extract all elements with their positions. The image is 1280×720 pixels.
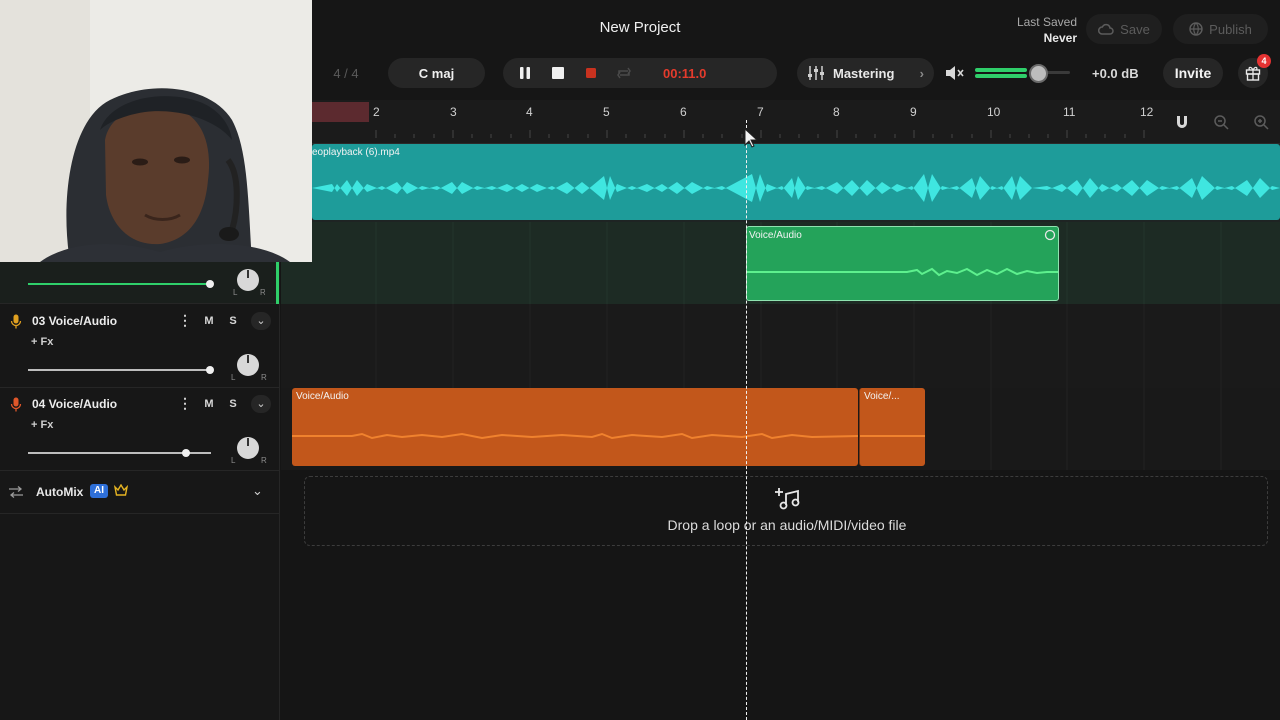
track-more-icon[interactable]: ⋮ xyxy=(178,312,192,330)
transport-controls: 00:11.0 xyxy=(503,58,777,88)
automix-row[interactable]: AutoMix AI ⌄ xyxy=(0,470,280,514)
record-button[interactable] xyxy=(581,63,601,83)
drop-zone-text: Drop a loop or an audio/MIDI/video file xyxy=(667,517,907,533)
stop-button[interactable] xyxy=(548,63,568,83)
track-volume-fader[interactable] xyxy=(28,279,214,289)
track-lane-03[interactable] xyxy=(281,304,1280,388)
voice-audio-clip-orange-1[interactable]: Voice/Audio xyxy=(292,388,858,466)
orange-waveform xyxy=(860,435,925,437)
snap-magnet-button[interactable] xyxy=(1172,112,1192,132)
track-volume-fader[interactable] xyxy=(28,365,214,375)
last-saved-value: Never xyxy=(1043,31,1077,45)
publish-button[interactable]: Publish xyxy=(1173,14,1268,44)
green-waveform xyxy=(747,267,1058,277)
orange-waveform xyxy=(292,432,858,440)
track-more-icon[interactable]: ⋮ xyxy=(178,395,192,413)
pause-icon xyxy=(520,67,530,79)
project-title[interactable]: New Project xyxy=(560,19,720,36)
chevron-down-icon[interactable]: ⌄ xyxy=(251,312,271,330)
ruler-tick-marks xyxy=(375,130,1145,138)
ai-badge: AI xyxy=(90,484,108,498)
record-icon xyxy=(586,68,596,78)
voice-audio-clip-green[interactable]: Voice/Audio xyxy=(746,226,1059,301)
crown-icon xyxy=(114,484,128,496)
pause-button[interactable] xyxy=(515,63,535,83)
pan-knob[interactable]: LR xyxy=(233,266,265,296)
pan-left-label: L xyxy=(231,456,236,465)
pan-right-label: R xyxy=(261,373,267,382)
time-readout: 00:11.0 xyxy=(663,65,707,81)
loop-button[interactable] xyxy=(614,63,634,83)
zoom-in-icon xyxy=(1254,115,1269,130)
teal-waveform xyxy=(312,174,1280,202)
chevron-right-icon: › xyxy=(919,65,924,81)
pan-left-label: L xyxy=(231,373,236,382)
master-volume-slider[interactable] xyxy=(975,68,1070,78)
add-fx-button[interactable]: + Fx xyxy=(31,336,53,348)
lane-grid xyxy=(375,304,1222,388)
voice-audio-clip-orange-2[interactable]: Voice/... xyxy=(859,388,925,466)
mute-button[interactable]: M xyxy=(198,312,220,330)
track-volume-fader[interactable] xyxy=(28,448,214,458)
publish-label: Publish xyxy=(1209,21,1252,37)
stop-icon xyxy=(552,67,564,79)
time-signature[interactable]: 4 / 4 xyxy=(316,58,376,88)
save-button[interactable]: Save xyxy=(1086,14,1162,44)
gift-icon xyxy=(1245,66,1261,81)
volume-meter-bottom xyxy=(975,74,1027,78)
cloud-icon xyxy=(1098,23,1114,35)
timeline-ruler[interactable]: 2 3 4 5 6 7 8 9 10 11 12 xyxy=(312,100,1280,144)
mastering-label: Mastering xyxy=(833,65,895,81)
video-audio-clip[interactable]: eoplayback (6).mp4 xyxy=(312,144,1280,220)
add-fx-button[interactable]: + Fx xyxy=(31,419,53,431)
zoom-out-button[interactable] xyxy=(1211,112,1231,132)
speaker-icon[interactable] xyxy=(944,64,966,82)
drop-zone[interactable]: Drop a loop or an audio/MIDI/video file xyxy=(304,476,1268,546)
chevron-down-icon[interactable]: ⌄ xyxy=(251,395,271,413)
solo-button[interactable]: S xyxy=(222,395,244,413)
master-volume-knob[interactable] xyxy=(1029,64,1048,83)
webcam-person-image xyxy=(0,0,312,262)
save-label: Save xyxy=(1120,21,1150,37)
mute-button[interactable]: M xyxy=(198,395,220,413)
loop-icon xyxy=(617,67,631,79)
track-header-panel: LR 03 Voice/Audio ⋮ M S ⌄ + Fx L R 04 Vo… xyxy=(0,262,280,720)
track-lane-02[interactable]: Voice/Audio xyxy=(281,222,1280,304)
track-color-strip xyxy=(276,262,279,304)
magnet-icon xyxy=(1177,116,1187,128)
add-music-icon xyxy=(775,488,800,510)
pan-right-label: R xyxy=(261,456,267,465)
track-header-03[interactable]: 03 Voice/Audio ⋮ M S ⌄ + Fx L R xyxy=(0,306,280,388)
mastering-button[interactable]: Mastering › xyxy=(797,58,934,88)
sliders-icon xyxy=(808,66,824,80)
globe-icon xyxy=(1189,22,1203,36)
volume-meter-top xyxy=(975,68,1027,72)
invite-button[interactable]: Invite xyxy=(1163,58,1223,88)
last-saved-status: Last Saved Never xyxy=(990,14,1077,46)
microphone-icon xyxy=(10,397,22,412)
notification-badge: 4 xyxy=(1257,54,1271,68)
track-header-04[interactable]: 04 Voice/Audio ⋮ M S ⌄ + Fx L R xyxy=(0,389,280,471)
microphone-icon xyxy=(10,314,22,329)
chevron-down-icon[interactable]: ⌄ xyxy=(252,483,263,499)
track-name[interactable]: 04 Voice/Audio xyxy=(32,397,117,411)
swap-icon xyxy=(9,486,23,498)
zoom-out-icon xyxy=(1214,115,1229,130)
playhead[interactable] xyxy=(746,120,747,720)
mouse-cursor-icon xyxy=(744,128,758,148)
solo-button[interactable]: S xyxy=(222,312,244,330)
track-lane-04[interactable]: Voice/Audio Voice/... xyxy=(281,388,1280,470)
track-header-02[interactable]: LR xyxy=(0,262,280,304)
last-saved-label: Last Saved xyxy=(1016,15,1077,29)
automix-label: AutoMix xyxy=(36,485,84,499)
zoom-in-button[interactable] xyxy=(1251,112,1271,132)
key-selector[interactable]: C maj xyxy=(388,58,485,88)
svg-text:R: R xyxy=(260,288,265,296)
daw-app: New Project Last Saved Never Save Publis… xyxy=(0,0,1280,720)
webcam-overlay xyxy=(0,0,312,262)
track-lane-01[interactable]: eoplayback (6).mp4 xyxy=(281,144,1280,222)
track-name[interactable]: 03 Voice/Audio xyxy=(32,314,117,328)
svg-text:L: L xyxy=(233,288,238,296)
volume-db-readout: +0.0 dB xyxy=(1092,66,1139,81)
